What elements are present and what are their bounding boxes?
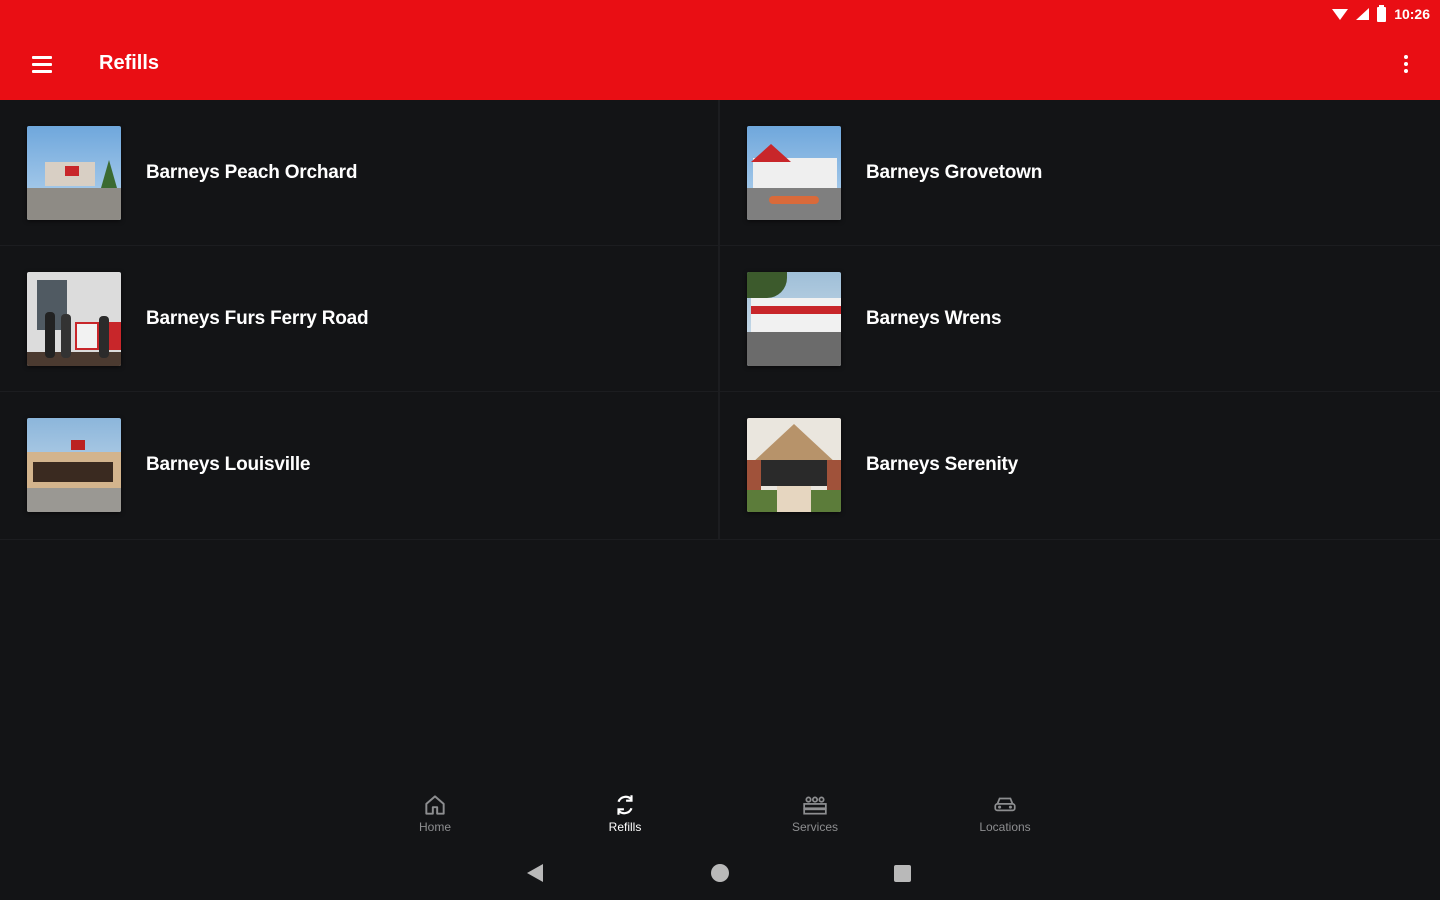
- location-tile-wrens[interactable]: Barneys Wrens: [720, 246, 1440, 392]
- location-tile-peach-orchard[interactable]: Barneys Peach Orchard: [0, 100, 720, 246]
- home-icon: [425, 795, 445, 815]
- nav-home[interactable]: Home: [380, 788, 490, 844]
- status-bar: 10:26: [1180, 0, 1440, 28]
- wifi-icon: [1332, 8, 1349, 20]
- nav-services[interactable]: Services: [760, 788, 870, 844]
- car-icon: [994, 797, 1016, 812]
- services-icon: [803, 796, 827, 815]
- home-circle-icon[interactable]: [711, 864, 729, 882]
- location-name: Barneys Furs Ferry Road: [146, 308, 369, 329]
- status-time: 10:26: [1394, 6, 1430, 22]
- back-icon[interactable]: [527, 864, 543, 882]
- nav-home-label: Home: [418, 820, 451, 834]
- location-tile-serenity[interactable]: Barneys Serenity: [720, 392, 1440, 540]
- location-photo: [747, 272, 841, 366]
- location-name: Barneys Serenity: [866, 454, 1019, 475]
- nav-locations[interactable]: Locations: [950, 788, 1060, 844]
- location-photo: [27, 418, 121, 512]
- nav-refills[interactable]: Refills: [570, 788, 680, 844]
- system-navigation-bar: [0, 848, 1440, 900]
- location-photo: [747, 418, 841, 512]
- app-bar: 10:26 Refills: [0, 0, 1440, 100]
- location-tile-furs-ferry-road[interactable]: Barneys Furs Ferry Road: [0, 246, 720, 392]
- locations-grid: Barneys Peach Orchard Barneys Grovetown …: [0, 100, 1440, 540]
- nav-services-label: Services: [791, 820, 838, 834]
- location-name: Barneys Peach Orchard: [146, 162, 358, 183]
- nav-refills-label: Refills: [608, 820, 642, 834]
- location-name: Barneys Wrens: [866, 308, 1002, 329]
- location-photo: [747, 126, 841, 220]
- recent-apps-icon[interactable]: [894, 865, 911, 882]
- bottom-navigation: Home Refills Services Locations: [340, 788, 1100, 844]
- location-photo: [27, 126, 121, 220]
- nav-locations-label: Locations: [979, 820, 1031, 834]
- location-tile-louisville[interactable]: Barneys Louisville: [0, 392, 720, 540]
- app-root: 10:26 Refills Barneys Peach Orchard Barn…: [0, 0, 1440, 900]
- cell-signal-icon: [1356, 8, 1370, 20]
- overflow-menu-icon[interactable]: [1394, 44, 1418, 84]
- page-title: Refills: [99, 52, 160, 74]
- location-photo: [27, 272, 121, 366]
- location-tile-grovetown[interactable]: Barneys Grovetown: [720, 100, 1440, 246]
- refresh-icon: [617, 795, 633, 815]
- hamburger-menu-icon[interactable]: [22, 44, 62, 84]
- battery-icon: [1377, 4, 1387, 22]
- location-name: Barneys Grovetown: [866, 162, 1043, 183]
- location-name: Barneys Louisville: [146, 454, 311, 475]
